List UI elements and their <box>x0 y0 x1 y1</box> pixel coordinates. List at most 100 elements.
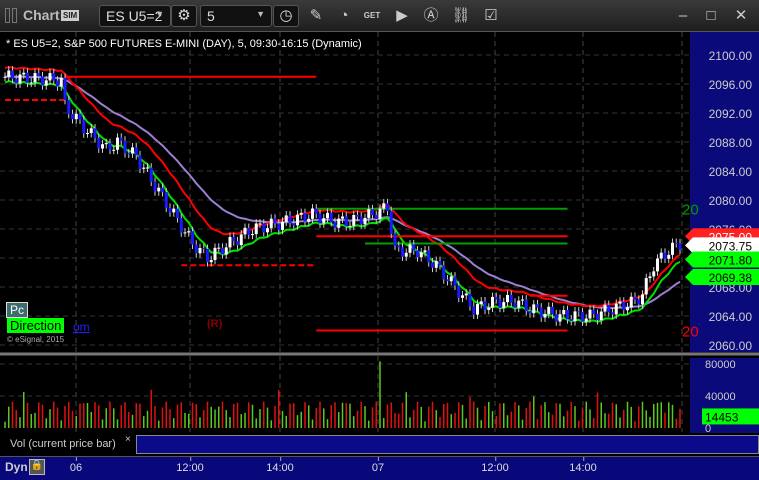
candle <box>41 76 44 86</box>
time-tick: 14:00 <box>266 457 294 474</box>
candle <box>423 250 427 253</box>
volume-tick: 0 <box>705 423 711 435</box>
candle <box>502 302 506 308</box>
get-button[interactable]: GET <box>361 6 383 26</box>
candle <box>498 299 502 308</box>
candle <box>464 293 468 296</box>
candle <box>416 250 419 258</box>
candle <box>536 304 539 308</box>
candle <box>299 212 303 215</box>
candle <box>22 72 26 75</box>
candle <box>341 216 344 219</box>
candle <box>292 223 296 226</box>
pc-button[interactable]: Pc <box>6 302 29 318</box>
price-tick: 2100.00 <box>709 49 753 63</box>
candle <box>629 296 633 308</box>
grip-icon[interactable] <box>12 8 17 23</box>
price-tick: 2080.00 <box>709 194 753 208</box>
time-axis[interactable]: Dyn 🔒 06 12:00 14:00 07 12:00 14:00 <box>0 456 759 480</box>
candle <box>251 234 254 236</box>
candle <box>161 187 164 193</box>
checkbox-icon[interactable]: ☑ <box>480 6 502 26</box>
minimize-button[interactable]: – <box>672 6 694 26</box>
candle <box>82 119 86 134</box>
time-tick: 14:00 <box>569 457 597 474</box>
candle <box>273 218 277 224</box>
candle <box>127 153 131 155</box>
maximize-button[interactable]: □ <box>700 6 722 26</box>
symbol-select[interactable]: ES U5=2 ▼ <box>99 5 171 27</box>
candle <box>307 218 311 222</box>
candle <box>367 209 371 218</box>
candle <box>513 302 517 308</box>
alert-icon[interactable]: Ⓐ <box>420 6 442 26</box>
candle <box>599 311 603 321</box>
direction-label[interactable]: Direction <box>7 318 65 333</box>
chevron-down-icon: ▼ <box>155 9 164 19</box>
candle <box>404 252 408 257</box>
candle <box>168 207 172 213</box>
candle <box>551 306 554 315</box>
title-bar: Chart SIM ES U5=2 ▼ ⚙ 5 ▼ ◷ ✎ ◔ GET ▶ Ⓐ ⛓ … <box>0 0 759 32</box>
candle <box>652 271 656 277</box>
candle <box>29 82 33 84</box>
candle <box>329 212 333 223</box>
candle <box>614 303 618 315</box>
candle <box>322 218 326 224</box>
close-study-icon[interactable]: × <box>125 434 131 445</box>
candle <box>562 309 566 315</box>
candle <box>494 296 498 300</box>
candle <box>622 301 626 311</box>
candle <box>412 244 416 251</box>
candle <box>112 149 116 151</box>
direction-link[interactable]: om <box>73 320 90 334</box>
grip-icon[interactable] <box>5 8 10 23</box>
link-icon[interactable]: ⛓ <box>450 6 472 26</box>
candle <box>104 143 108 145</box>
candle <box>438 260 442 266</box>
candle <box>262 223 266 233</box>
interval-select[interactable]: 5 ▼ <box>200 5 272 27</box>
candle <box>543 313 547 318</box>
candle <box>71 113 74 120</box>
candle <box>644 278 648 295</box>
candle <box>509 294 513 303</box>
candle <box>157 187 161 192</box>
clock-icon[interactable]: ◷ <box>273 5 299 27</box>
candle <box>419 252 423 258</box>
candle <box>573 311 577 322</box>
candle <box>569 319 573 322</box>
candle <box>521 299 524 301</box>
settings-gear-button[interactable]: ⚙ <box>171 5 197 27</box>
candle <box>303 212 307 222</box>
candle <box>491 296 494 308</box>
candle <box>539 307 543 318</box>
candle <box>626 307 629 311</box>
candle <box>269 218 273 229</box>
candle <box>116 137 119 150</box>
candle <box>74 113 78 120</box>
play-icon[interactable]: ▶ <box>391 6 413 26</box>
candle <box>217 247 221 249</box>
pencil-icon[interactable]: ✎ <box>305 6 327 26</box>
candle <box>239 234 243 246</box>
price-chart[interactable]: 2100.00 2096.00 2092.00 2088.00 2084.00 2080.… <box>0 32 759 456</box>
candle <box>108 143 112 150</box>
candle <box>472 306 476 315</box>
close-button[interactable]: ✕ <box>730 6 752 26</box>
candle <box>378 208 382 220</box>
candle <box>607 304 611 313</box>
candle <box>434 260 438 268</box>
volume-study-label[interactable]: Vol (current price bar) <box>0 433 135 455</box>
candle <box>337 218 341 228</box>
candle <box>371 209 374 216</box>
candle <box>179 218 183 233</box>
candle <box>442 265 446 280</box>
volume-scroll-bar[interactable] <box>136 435 759 454</box>
candle <box>667 254 671 259</box>
gauge-icon[interactable]: ◔ <box>333 6 355 26</box>
price-tick: 2060.00 <box>709 339 753 353</box>
lock-icon[interactable]: 🔒 <box>29 459 45 475</box>
candle <box>479 301 483 305</box>
candle <box>18 74 22 84</box>
